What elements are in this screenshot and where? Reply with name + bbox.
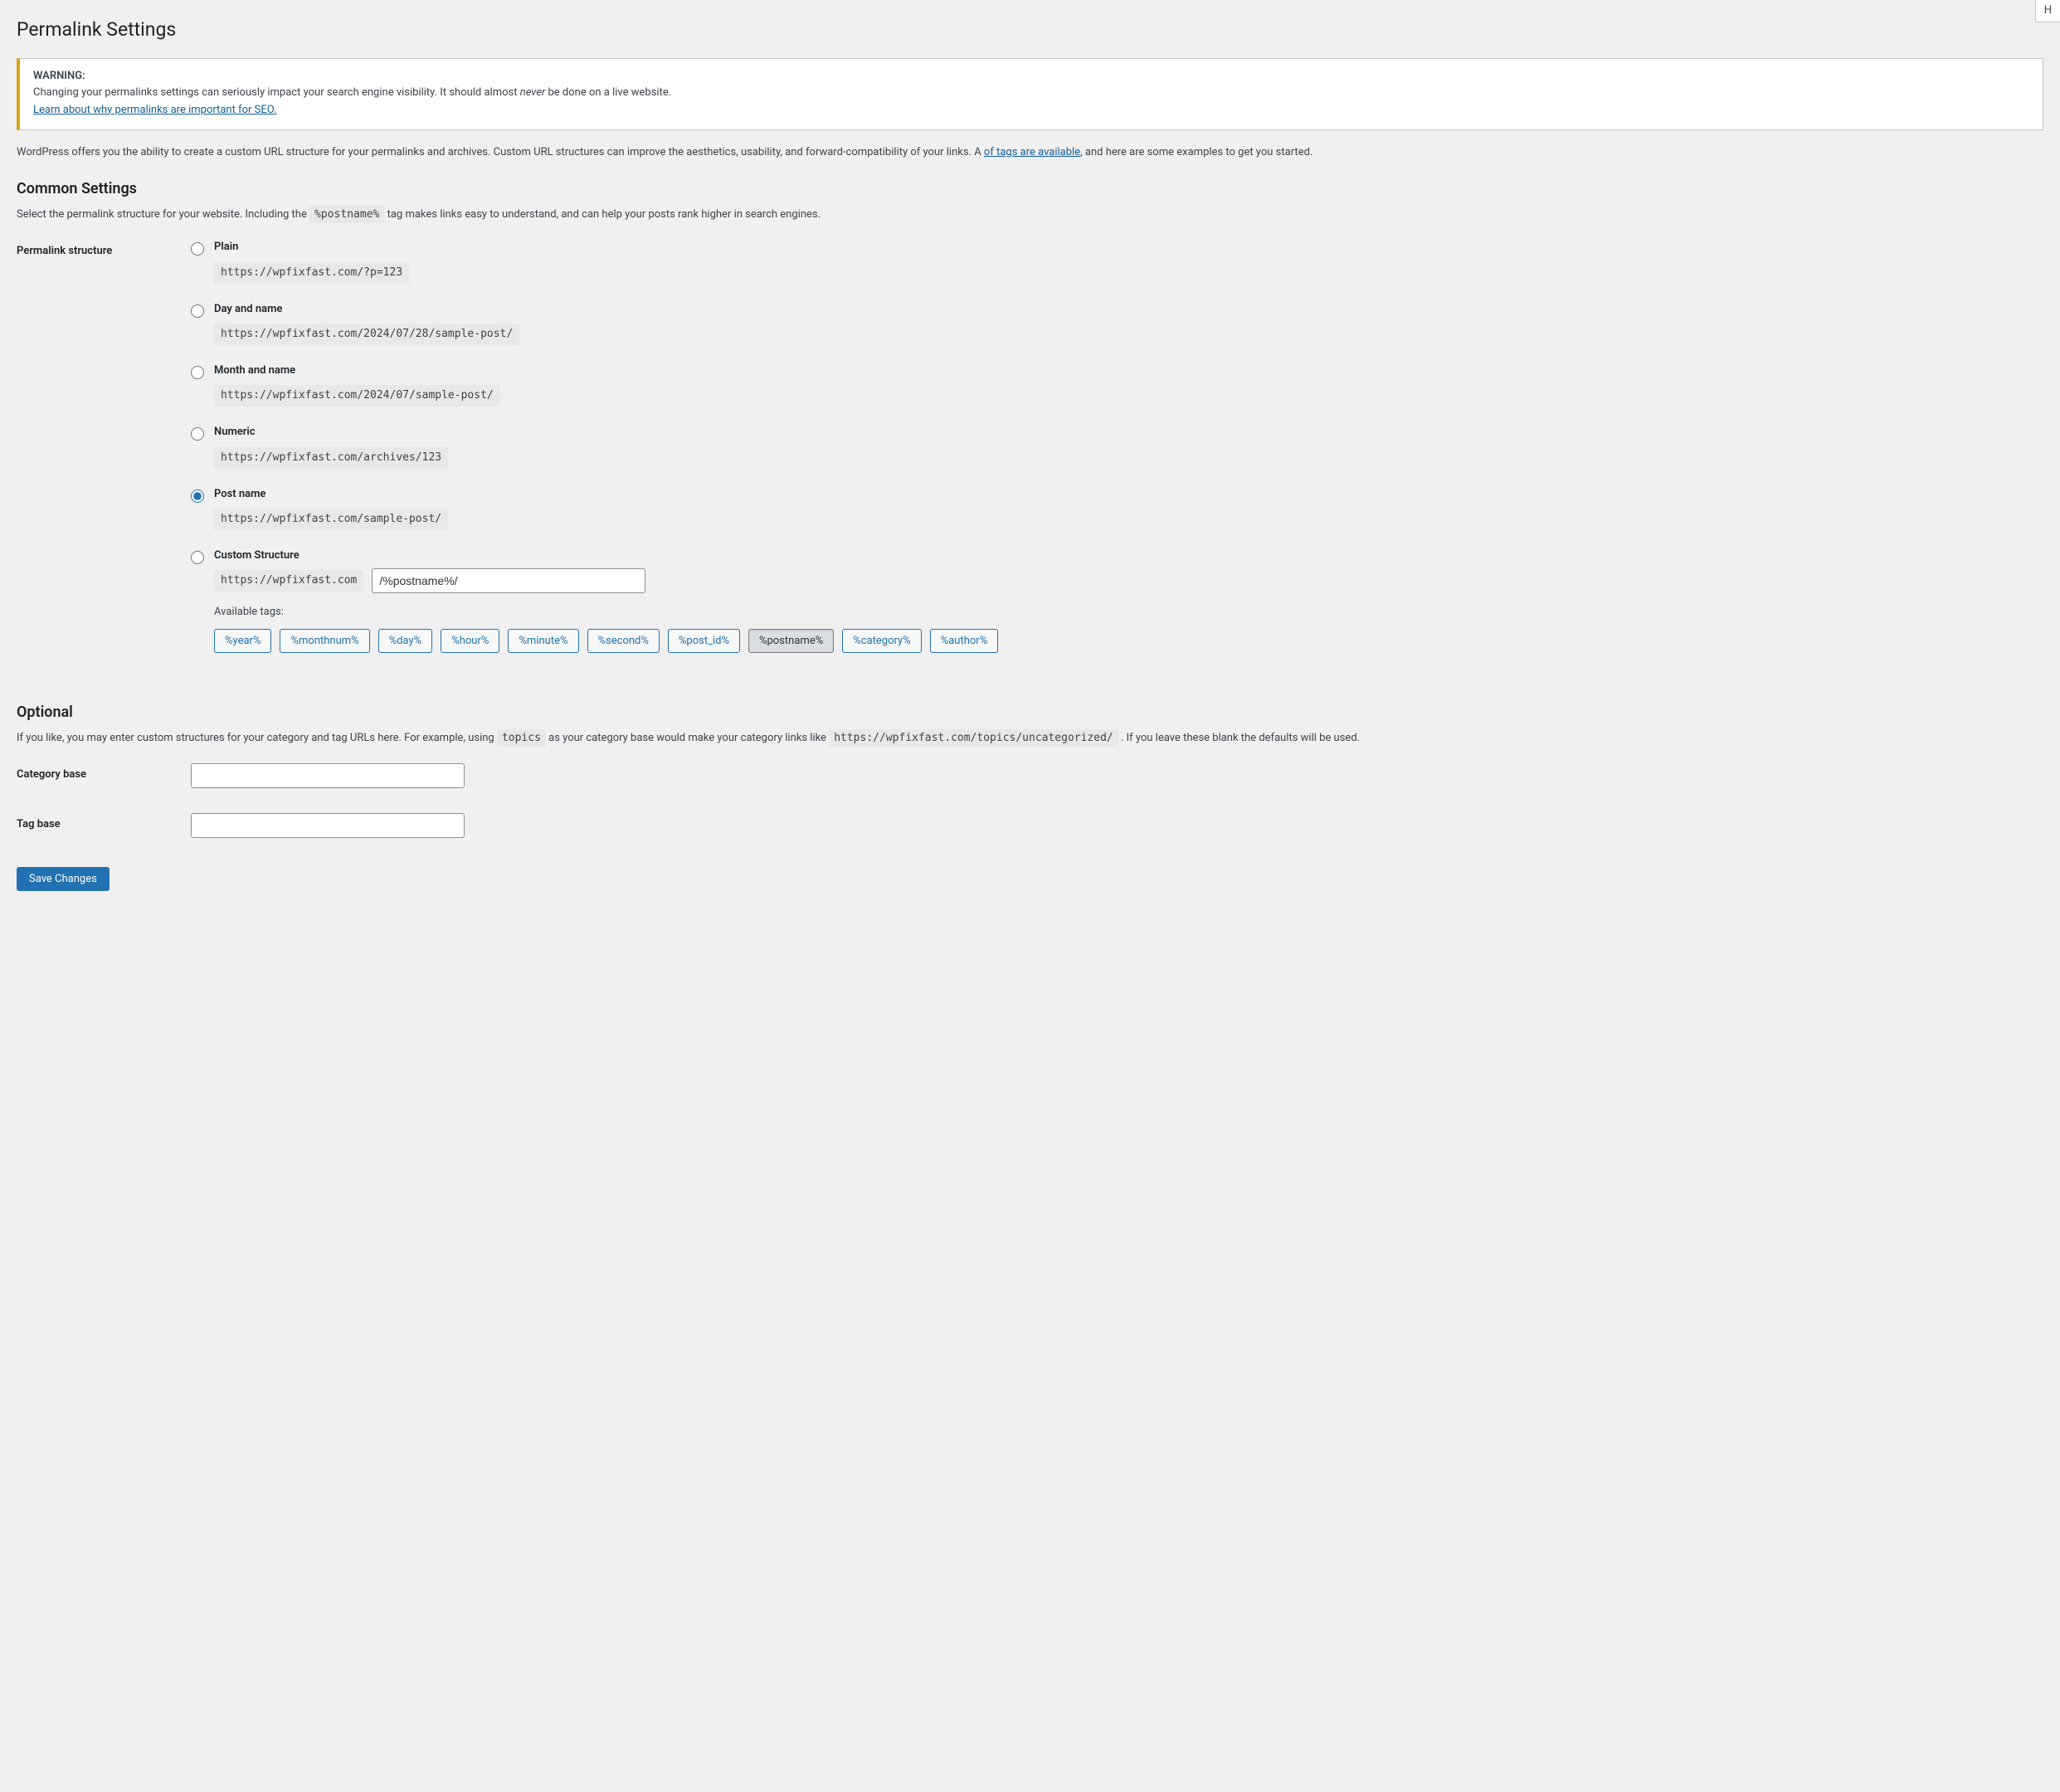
- optional-heading: Optional: [17, 702, 2043, 723]
- tag-button-minute[interactable]: %minute%: [508, 629, 578, 653]
- tag-button-second[interactable]: %second%: [587, 629, 660, 653]
- tag-button-category[interactable]: %category%: [842, 629, 921, 653]
- example-postname: https://wpfixfast.com/sample-post/: [214, 509, 448, 530]
- tag-button-author[interactable]: %author%: [930, 629, 999, 653]
- optional-code-url: https://wpfixfast.com/topics/uncategoriz…: [829, 729, 1118, 747]
- example-dayname: https://wpfixfast.com/2024/07/28/sample-…: [214, 324, 519, 345]
- example-monthname: https://wpfixfast.com/2024/07/sample-pos…: [214, 385, 500, 407]
- warning-notice: WARNING: Changing your permalinks settin…: [17, 58, 2043, 130]
- tag-button-day[interactable]: %day%: [378, 629, 433, 653]
- option-postname: Post name https://wpfixfast.com/sample-p…: [191, 487, 2035, 530]
- warning-text-after: be done on a live website.: [545, 86, 671, 99]
- option-numeric: Numeric https://wpfixfast.com/archives/1…: [191, 425, 2035, 468]
- tag-button-hour[interactable]: %hour%: [441, 629, 499, 653]
- custom-structure-input[interactable]: [372, 568, 645, 593]
- radio-dayname[interactable]: [191, 304, 204, 318]
- radio-custom-label: Custom Structure: [214, 548, 998, 563]
- radio-custom[interactable]: [191, 551, 204, 564]
- example-numeric: https://wpfixfast.com/archives/123: [214, 447, 448, 469]
- intro-desc: WordPress offers you the ability to crea…: [17, 145, 2043, 160]
- optional-desc-p2: as your category base would make your ca…: [548, 732, 829, 744]
- option-plain: Plain https://wpfixfast.com/?p=123: [191, 240, 2035, 283]
- radio-numeric[interactable]: [191, 427, 204, 441]
- tag-button-post_id[interactable]: %post_id%: [668, 629, 740, 653]
- postname-code-chip: %postname%: [309, 206, 384, 223]
- warning-never: never: [520, 86, 546, 99]
- optional-desc-p1: If you like, you may enter custom struct…: [17, 732, 497, 744]
- example-plain: https://wpfixfast.com/?p=123: [214, 262, 409, 284]
- save-button[interactable]: Save Changes: [17, 867, 110, 891]
- radio-plain[interactable]: [191, 242, 204, 256]
- radio-monthname[interactable]: [191, 366, 204, 379]
- tag-base-label: Tag base: [17, 801, 183, 850]
- available-tags-row: %year% %monthnum% %day% %hour% %minute% %seco…: [214, 629, 998, 653]
- page-title: Permalink Settings: [17, 17, 2043, 43]
- tag-base-input[interactable]: [191, 813, 465, 838]
- option-dayname: Day and name https://wpfixfast.com/2024/…: [191, 302, 2035, 345]
- custom-base-url: https://wpfixfast.com: [214, 570, 363, 592]
- warning-label: WARNING:: [33, 70, 85, 82]
- intro-tags-link[interactable]: of tags are available: [984, 146, 1080, 158]
- available-tags-label: Available tags:: [214, 605, 998, 620]
- intro-after-link: , and here are some examples to get you …: [1080, 146, 1312, 158]
- intro-before-link: WordPress offers you the ability to crea…: [17, 146, 984, 158]
- common-settings-heading: Common Settings: [17, 178, 2043, 199]
- radio-postname-label: Post name: [214, 487, 448, 502]
- radio-postname[interactable]: [191, 489, 204, 503]
- radio-numeric-label: Numeric: [214, 425, 448, 440]
- optional-code-topics: topics: [497, 729, 546, 747]
- radio-monthname-label: Month and name: [214, 363, 500, 378]
- radio-dayname-label: Day and name: [214, 302, 519, 317]
- warning-text-before: Changing your permalinks settings can se…: [33, 86, 520, 99]
- radio-plain-label: Plain: [214, 240, 409, 255]
- option-custom: Custom Structure https://wpfixfast.com A…: [191, 548, 2035, 652]
- common-desc-before: Select the permalink structure for your …: [17, 208, 309, 221]
- tag-button-year[interactable]: %year%: [214, 629, 271, 653]
- category-base-input[interactable]: [191, 763, 465, 788]
- common-desc: Select the permalink structure for your …: [17, 207, 2043, 222]
- optional-desc: If you like, you may enter custom struct…: [17, 731, 2043, 746]
- optional-desc-p3: . If you leave these blank the defaults …: [1121, 732, 1360, 744]
- category-base-label: Category base: [17, 751, 183, 801]
- permalink-structure-label: Permalink structure: [17, 227, 183, 683]
- tag-button-monthnum[interactable]: %monthnum%: [280, 629, 369, 653]
- option-monthname: Month and name https://wpfixfast.com/202…: [191, 363, 2035, 407]
- tag-button-postname[interactable]: %postname%: [748, 629, 834, 653]
- help-tab[interactable]: H: [2035, 0, 2060, 22]
- common-desc-after: tag makes links easy to understand, and …: [387, 208, 821, 221]
- warning-link[interactable]: Learn about why permalinks are important…: [33, 104, 276, 116]
